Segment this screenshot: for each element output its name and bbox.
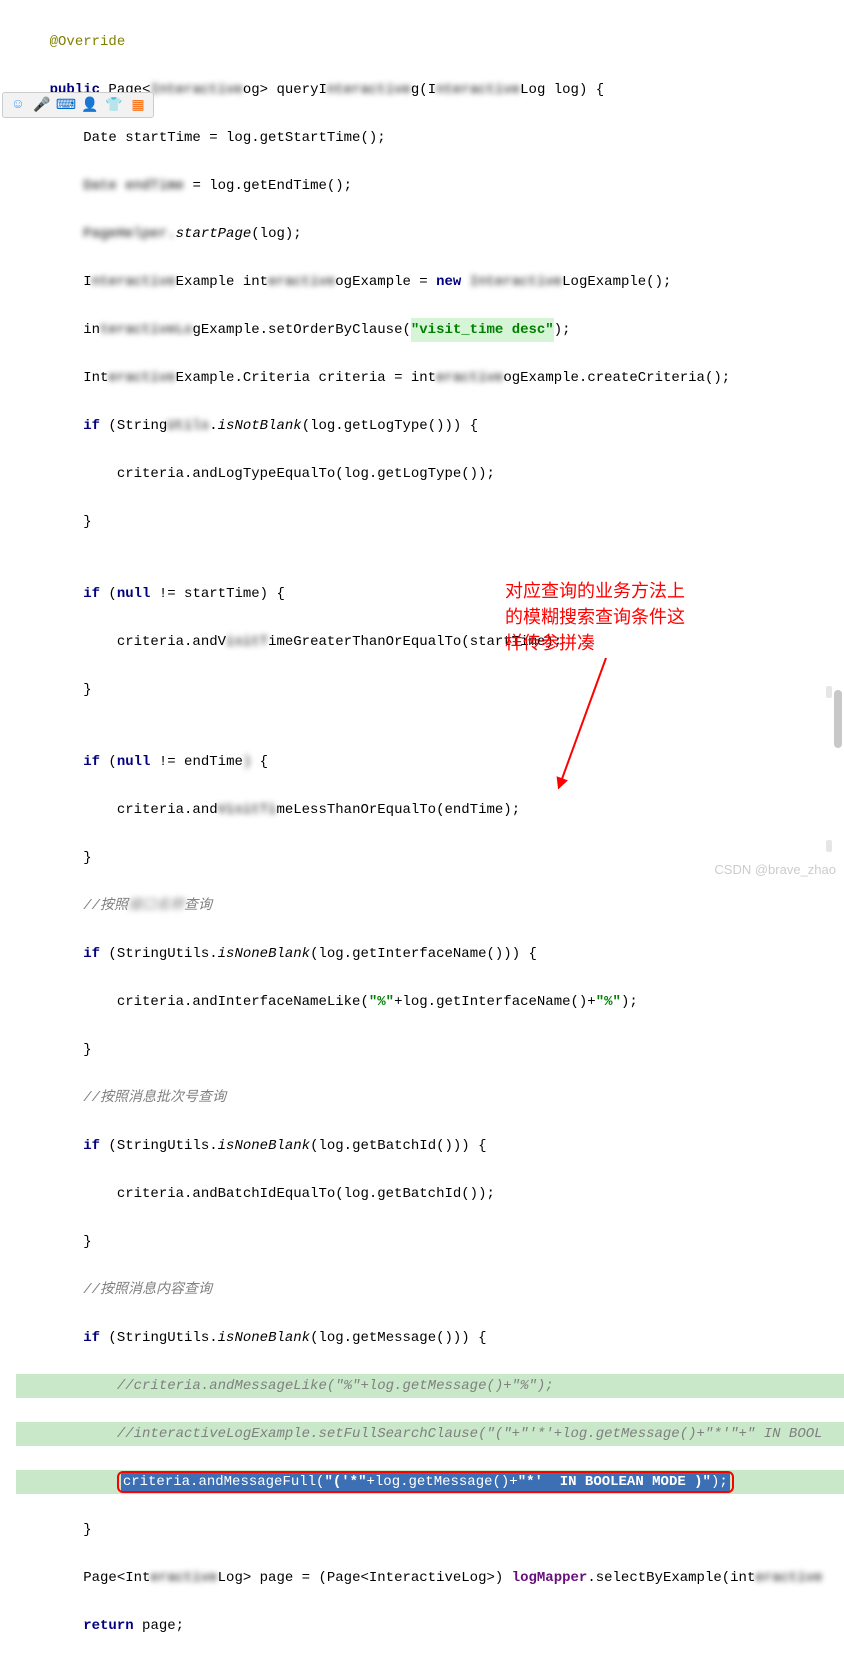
highlighted-code: criteria.andMessageFull("('*"+log.getMes… (117, 1471, 734, 1493)
code-line: criteria.andInterfaceNameLike("%"+log.ge… (16, 990, 844, 1014)
gutter-mark (826, 686, 832, 698)
code-line: if (StringUtils.isNotBlank(log.getLogTyp… (16, 414, 844, 438)
side-toolbar: ☺ 🎤 ⌨ 👤 👕 ▦ (2, 92, 154, 118)
code-line: } (16, 1038, 844, 1062)
code-line: criteria.andVisitTimeLessThanOrEqualTo(e… (16, 798, 844, 822)
mic-icon[interactable]: 🎤 (33, 96, 51, 114)
code-line: } (16, 1230, 844, 1254)
watermark: CSDN @brave_zhao (714, 862, 836, 877)
code-line: if (StringUtils.isNoneBlank(log.getBatch… (16, 1134, 844, 1158)
scrollbar-thumb[interactable] (834, 690, 842, 748)
code-line: Page<InteractiveLog> page = (Page<Intera… (16, 1566, 844, 1590)
code-line: criteria.andMessageFull("('*"+log.getMes… (16, 1470, 844, 1494)
code-line: Date startTime = log.getStartTime(); (16, 126, 844, 150)
code-line: interactiveLogExample.setOrderByClause("… (16, 318, 844, 342)
code-line: InteractiveExample.Criteria criteria = i… (16, 366, 844, 390)
keyboard-icon[interactable]: ⌨ (57, 96, 75, 114)
code-line: } (16, 678, 844, 702)
code-line: } (16, 510, 844, 534)
smile-icon[interactable]: ☺ (9, 96, 27, 114)
code-line: //按照接口名称查询 (16, 894, 844, 918)
person-icon[interactable]: 👤 (81, 96, 99, 114)
gutter-mark (826, 840, 832, 852)
code-line: @Override (16, 30, 844, 54)
code-editor: @Override public Page<Interactiveog> que… (0, 0, 844, 1668)
code-line: InteractiveExample interactiveogExample … (16, 270, 844, 294)
code-line: //interactiveLogExample.setFullSearchCla… (16, 1422, 844, 1446)
code-line: //criteria.andMessageLike("%"+log.getMes… (16, 1374, 844, 1398)
code-line: if (StringUtils.isNoneBlank(log.getMessa… (16, 1326, 844, 1350)
code-line: criteria.andVisitTimeGreaterThanOrEqualT… (16, 630, 844, 654)
annotation-note: 对应查询的业务方法上 的模糊搜索查询条件这 样传参拼凑 (505, 578, 685, 656)
code-line: if (null != startTime) { (16, 582, 844, 606)
code-line: PageHelper.startPage(log); (16, 222, 844, 246)
code-line: //按照消息批次号查询 (16, 1086, 844, 1110)
code-line: //按照消息内容查询 (16, 1278, 844, 1302)
code-line: criteria.andBatchIdEqualTo(log.getBatchI… (16, 1182, 844, 1206)
code-line: Date endTime = log.getEndTime(); (16, 174, 844, 198)
code-line: return page; (16, 1614, 844, 1638)
grid-icon[interactable]: ▦ (129, 96, 147, 114)
code-line: } (16, 1518, 844, 1542)
code-line: if (StringUtils.isNoneBlank(log.getInter… (16, 942, 844, 966)
code-line: if (null != endTime) { (16, 750, 844, 774)
shirt-icon[interactable]: 👕 (105, 96, 123, 114)
code-line: criteria.andLogTypeEqualTo(log.getLogTyp… (16, 462, 844, 486)
